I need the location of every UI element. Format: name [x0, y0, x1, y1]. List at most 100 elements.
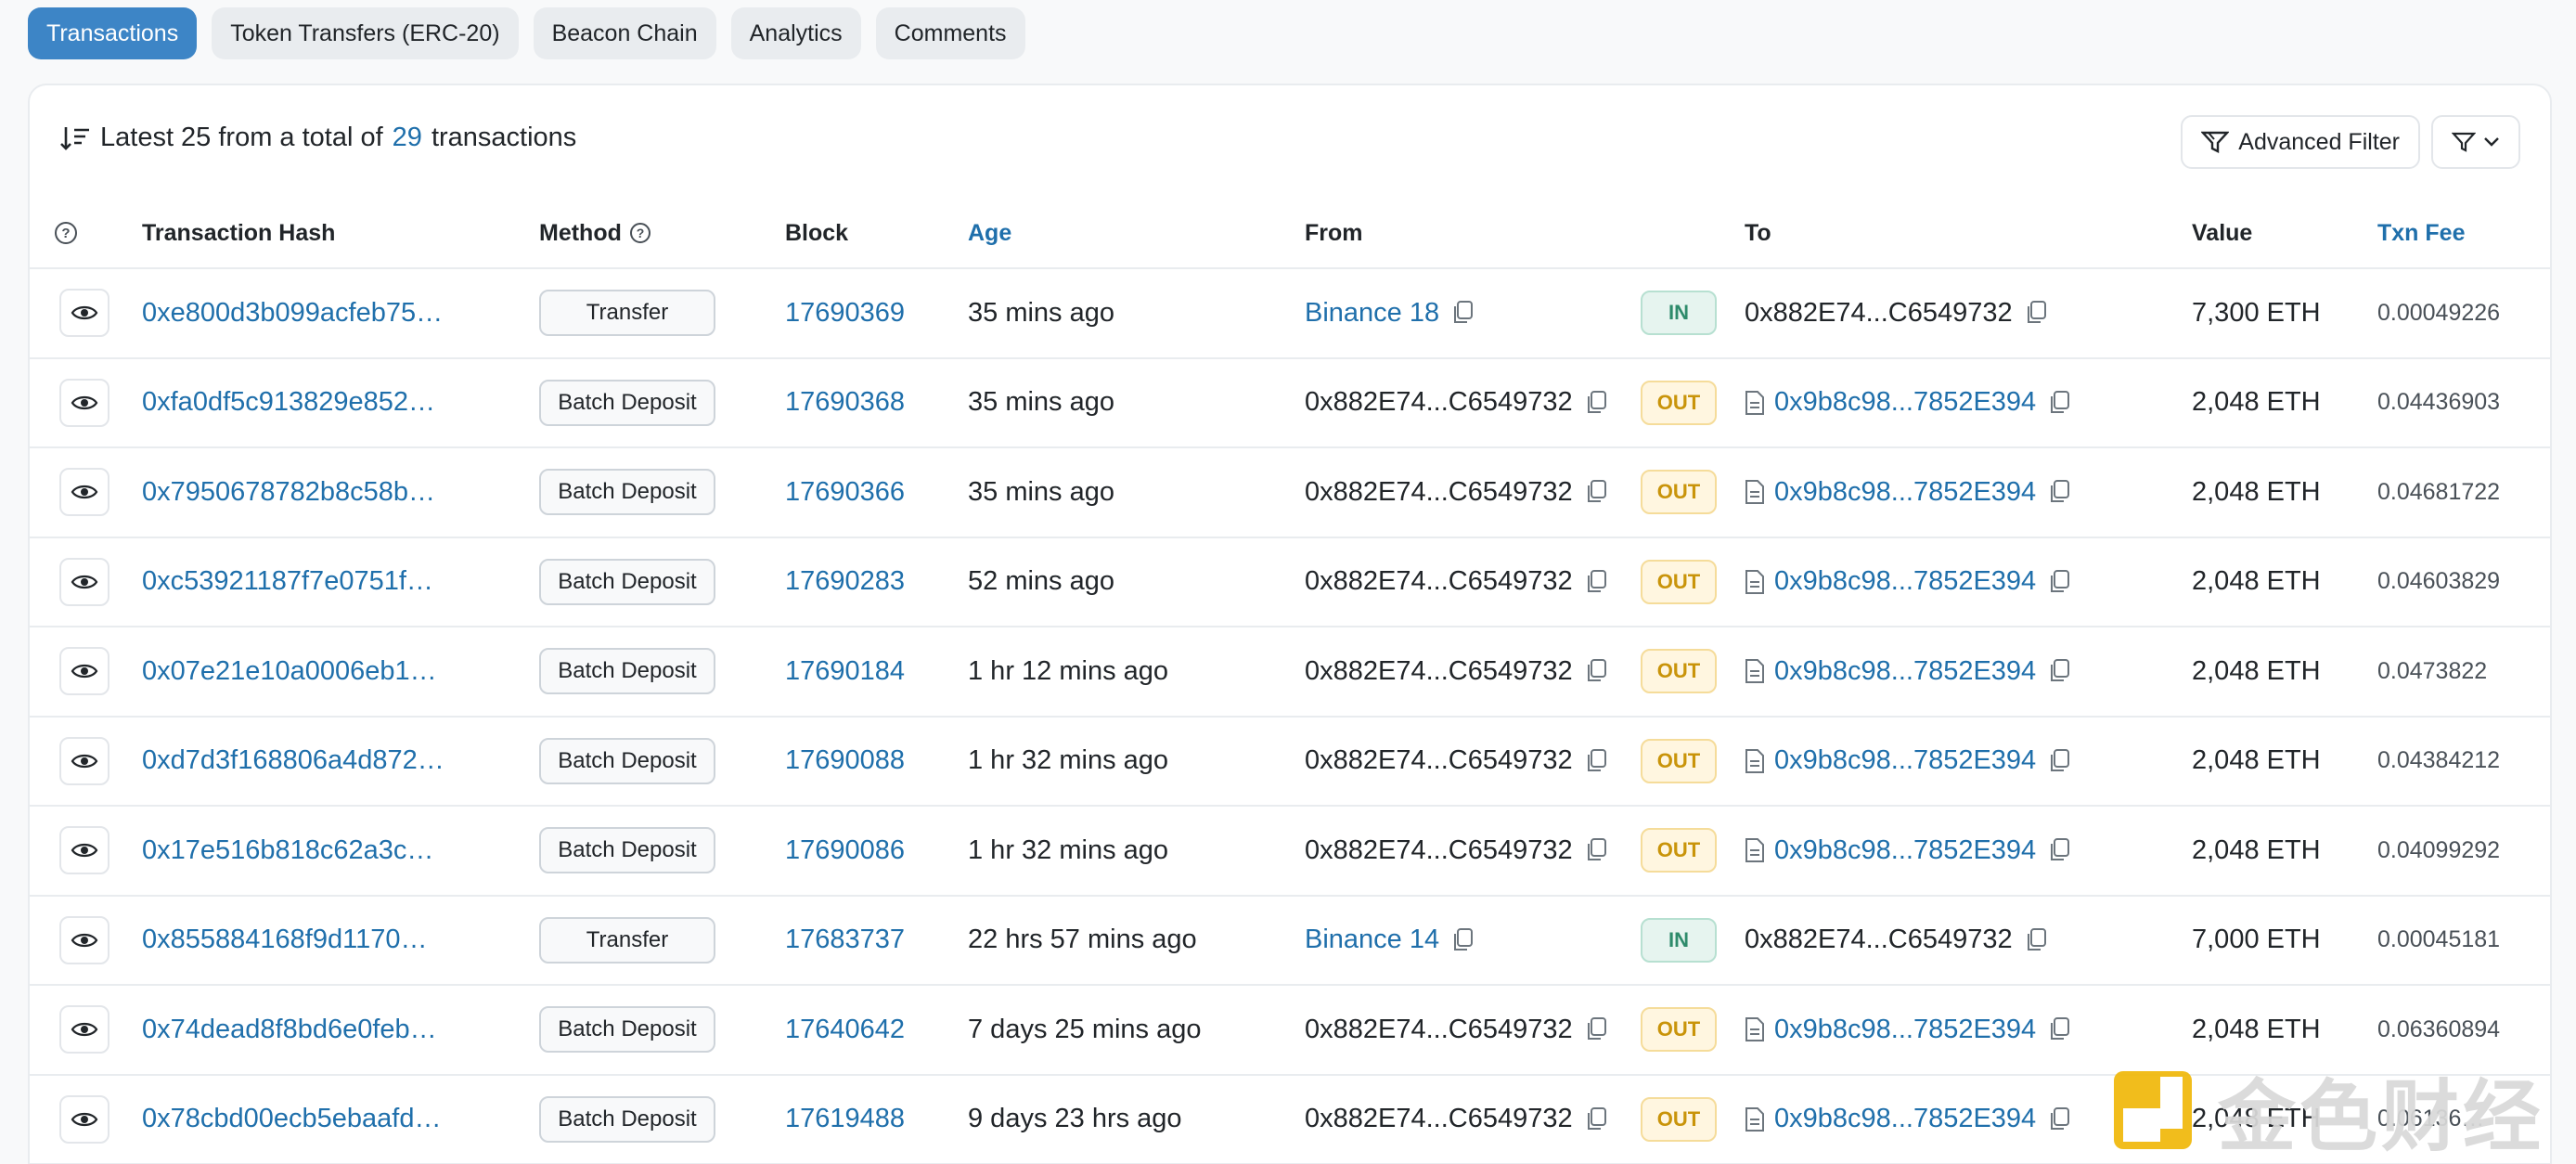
summary-count[interactable]: 29	[393, 123, 422, 153]
copy-icon[interactable]	[1584, 479, 1608, 505]
from-address-text[interactable]: 0x882E74...C6549732	[1305, 1104, 1573, 1134]
copy-icon[interactable]	[1584, 569, 1608, 595]
copy-icon[interactable]	[1584, 748, 1608, 774]
to-address: 0x9b8c98...7852E394	[1745, 986, 2071, 1073]
contract-icon	[1745, 659, 1764, 683]
copy-icon[interactable]	[1584, 1016, 1608, 1042]
copy-icon[interactable]	[2047, 569, 2071, 595]
from-address: 0x882E74...C6549732	[1305, 1076, 1608, 1163]
copy-icon[interactable]	[1450, 300, 1475, 326]
column-txn-fee-toggle[interactable]: Txn Fee	[2377, 197, 2465, 269]
view-details-button[interactable]	[59, 1005, 109, 1054]
to-address-text[interactable]: 0x9b8c98...7852E394	[1774, 477, 2036, 508]
view-details-button[interactable]	[59, 915, 109, 964]
view-details-button[interactable]	[59, 289, 109, 337]
tab-token-transfers[interactable]: Token Transfers (ERC-20)	[212, 7, 519, 59]
to-address-text[interactable]: 0x9b8c98...7852E394	[1774, 656, 2036, 687]
column-age-toggle[interactable]: Age	[968, 197, 1011, 269]
to-address-text[interactable]: 0x9b8c98...7852E394	[1774, 745, 2036, 776]
tab-transactions[interactable]: Transactions	[28, 7, 198, 59]
transaction-hash-link[interactable]: 0x74dead8f8bd6e0feb…	[142, 986, 437, 1073]
copy-icon[interactable]	[2047, 390, 2071, 416]
watermark: 金色财经	[2106, 1056, 2570, 1164]
from-address-text[interactable]: 0x882E74...C6549732	[1305, 387, 1573, 418]
copy-icon[interactable]	[2047, 1016, 2071, 1042]
to-address-text[interactable]: 0x9b8c98...7852E394	[1774, 1015, 2036, 1045]
view-details-button[interactable]	[59, 736, 109, 785]
txn-fee-text: 0.04436903	[2377, 389, 2501, 415]
from-address-text[interactable]: 0x882E74...C6549732	[1305, 566, 1573, 597]
eye-icon	[71, 1022, 98, 1037]
tab-beacon-chain[interactable]: Beacon Chain	[533, 7, 716, 59]
to-address-text[interactable]: 0x882E74...C6549732	[1745, 925, 2013, 955]
transaction-hash-link[interactable]: 0x7950678782b8c58b…	[142, 448, 435, 536]
tab-comments[interactable]: Comments	[875, 7, 1025, 59]
table-row: 0xe800d3b099acfeb75… Transfer 17690369 3…	[30, 269, 2550, 359]
block-link[interactable]: 17690366	[785, 448, 905, 536]
transaction-hash-link[interactable]: 0xd7d3f168806a4d872…	[142, 718, 444, 805]
block-link[interactable]: 17690088	[785, 718, 905, 805]
sort-icon[interactable]	[59, 124, 91, 152]
block-link[interactable]: 17683737	[785, 897, 905, 984]
view-details-button[interactable]	[59, 647, 109, 695]
txn-fee-text: 0.0473822	[2377, 657, 2488, 684]
block-link[interactable]: 17690368	[785, 359, 905, 446]
copy-icon[interactable]	[1450, 927, 1475, 953]
copy-icon[interactable]	[2047, 658, 2071, 684]
view-details-button[interactable]	[59, 378, 109, 427]
to-address-text[interactable]: 0x9b8c98...7852E394	[1774, 1104, 2036, 1134]
view-details-button[interactable]	[59, 826, 109, 874]
view-details-button[interactable]	[59, 557, 109, 606]
from-address-text[interactable]: 0x882E74...C6549732	[1305, 835, 1573, 866]
copy-icon[interactable]	[2047, 748, 2071, 774]
to-address-text[interactable]: 0x9b8c98...7852E394	[1774, 835, 2036, 866]
from-address: 0x882E74...C6549732	[1305, 538, 1608, 626]
direction-badge: OUT	[1641, 828, 1717, 873]
transaction-hash-link[interactable]: 0x855884168f9d1170…	[142, 897, 427, 984]
transactions-table-body: 0xe800d3b099acfeb75… Transfer 17690369 3…	[30, 269, 2550, 1164]
from-address-text[interactable]: 0x882E74...C6549732	[1305, 477, 1573, 508]
to-address-text[interactable]: 0x9b8c98...7852E394	[1774, 566, 2036, 597]
contract-icon	[1745, 480, 1764, 504]
copy-icon[interactable]	[1584, 658, 1608, 684]
method-help-icon[interactable]: ?	[629, 222, 651, 244]
method-badge: Batch Deposit	[539, 558, 715, 605]
watermark-text: 金色财经	[2218, 1072, 2545, 1160]
contract-icon	[1745, 390, 1764, 415]
block-link[interactable]: 17690086	[785, 807, 905, 894]
transaction-hash-link[interactable]: 0x17e516b818c62a3c…	[142, 807, 433, 894]
copy-icon[interactable]	[1584, 837, 1608, 863]
copy-icon[interactable]	[1584, 390, 1608, 416]
from-address-text[interactable]: 0x882E74...C6549732	[1305, 745, 1573, 776]
transaction-hash-link[interactable]: 0xe800d3b099acfeb75…	[142, 269, 443, 356]
block-link[interactable]: 17640642	[785, 986, 905, 1073]
block-link[interactable]: 17690369	[785, 269, 905, 356]
block-link[interactable]: 17619488	[785, 1076, 905, 1163]
chevron-down-icon	[2484, 137, 2499, 147]
copy-icon[interactable]	[2024, 927, 2048, 953]
from-address-text[interactable]: Binance 18	[1305, 298, 1439, 329]
to-address-text[interactable]: 0x882E74...C6549732	[1745, 298, 2013, 329]
transaction-hash-link[interactable]: 0x07e21e10a0006eb1…	[142, 627, 437, 715]
filter-dropdown-button[interactable]	[2431, 115, 2520, 169]
transaction-hash-link[interactable]: 0x78cbd00ecb5ebaafd…	[142, 1076, 441, 1163]
advanced-filter-button[interactable]: Advanced Filter	[2181, 115, 2420, 169]
transaction-hash-link[interactable]: 0xfa0df5c913829e852…	[142, 359, 435, 446]
copy-icon[interactable]	[1584, 1106, 1608, 1132]
copy-icon[interactable]	[2047, 1106, 2071, 1132]
copy-icon[interactable]	[2047, 837, 2071, 863]
info-help-icon[interactable]: ?	[54, 197, 78, 269]
from-address-text[interactable]: 0x882E74...C6549732	[1305, 656, 1573, 687]
view-details-button[interactable]	[59, 1094, 109, 1144]
copy-icon[interactable]	[2047, 479, 2071, 505]
tab-analytics[interactable]: Analytics	[730, 7, 861, 59]
copy-icon[interactable]	[2024, 300, 2048, 326]
value-text: 7,300 ETH	[2192, 297, 2321, 328]
transaction-hash-link[interactable]: 0xc53921187f7e0751f…	[142, 538, 433, 626]
from-address-text[interactable]: Binance 14	[1305, 925, 1439, 955]
view-details-button[interactable]	[59, 468, 109, 516]
block-link[interactable]: 17690184	[785, 627, 905, 715]
block-link[interactable]: 17690283	[785, 538, 905, 626]
to-address-text[interactable]: 0x9b8c98...7852E394	[1774, 387, 2036, 418]
from-address-text[interactable]: 0x882E74...C6549732	[1305, 1015, 1573, 1045]
